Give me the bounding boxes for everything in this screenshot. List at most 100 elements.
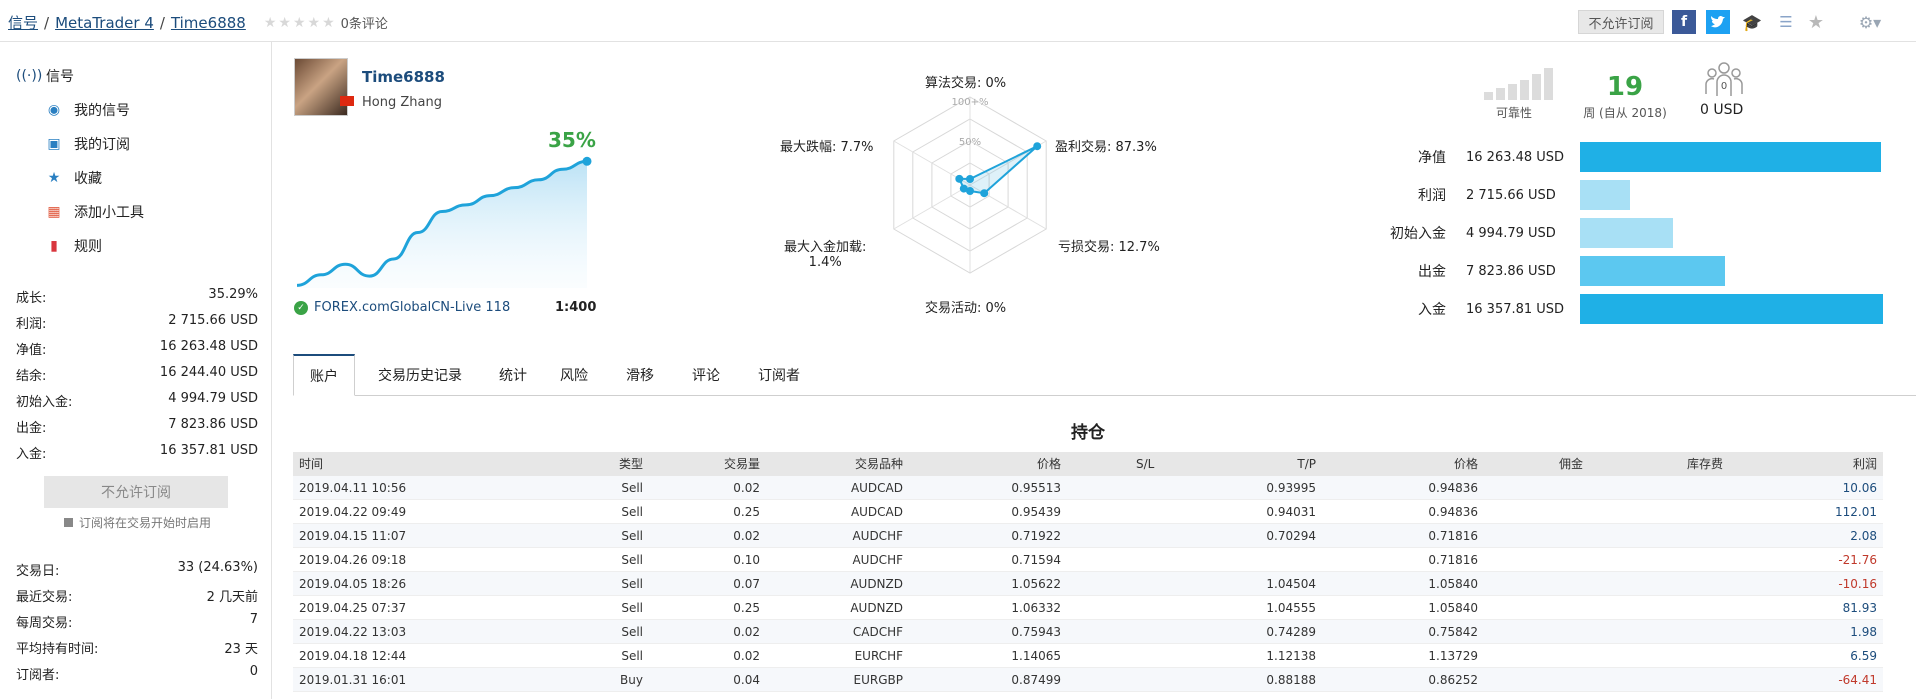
balance-label: 净值 xyxy=(1418,150,1446,166)
cell-symbol: AUDCHF xyxy=(852,553,903,567)
table-row[interactable]: 2019.04.18 12:44 Sell 0.02 EURCHF 1.14065 1.1… xyxy=(293,644,1883,668)
sidebar-item-signals[interactable]: ((·)) 信号 xyxy=(16,66,74,86)
column-header-type[interactable]: 类型 xyxy=(619,452,643,476)
stat-label: 订阅者: xyxy=(16,668,60,683)
signal-name[interactable]: Time6888 xyxy=(362,68,445,86)
column-header-volume[interactable]: 交易量 xyxy=(724,452,760,476)
balance-value: 2 715.66 USD xyxy=(1466,187,1556,203)
settings-gear-icon[interactable]: ⚙▾ xyxy=(1852,10,1888,34)
tab-statistics[interactable]: 统计 xyxy=(483,354,543,396)
subscribe-disabled-button[interactable]: 不允许订阅 xyxy=(1578,10,1664,34)
radar-point[interactable] xyxy=(1033,142,1042,151)
table-row[interactable]: 2019.01.31 16:01 Buy 0.04 EURGBP 0.87499 0.88… xyxy=(293,668,1883,692)
mql5-icon[interactable]: 🎓 xyxy=(1740,10,1764,34)
table-row[interactable]: 2019.04.26 09:18 Sell 0.10 AUDCHF 0.71594 0.7… xyxy=(293,548,1883,572)
radar-point[interactable] xyxy=(959,184,968,193)
subscribers-icon: 0 xyxy=(1705,62,1743,96)
stat-label: 初始入金: xyxy=(16,395,73,410)
stat-latest-trade: 最近交易: 2 几天前 xyxy=(16,586,258,605)
column-header-swap[interactable]: 库存费 xyxy=(1687,452,1723,476)
column-header-current-price[interactable]: 价格 xyxy=(1454,452,1478,476)
cell-symbol: AUDNZD xyxy=(850,577,903,591)
column-header-commission[interactable]: 佣金 xyxy=(1559,452,1583,476)
tab-reviews[interactable]: 评论 xyxy=(681,354,731,396)
star-icon[interactable]: ★ xyxy=(308,15,321,31)
cell-profit: 81.93 xyxy=(1842,601,1877,615)
stat-profit: 利润: 2 715.66 USD xyxy=(16,313,258,332)
positions-title: 持仓 xyxy=(1071,423,1105,443)
cell-time: 2019.04.22 09:49 xyxy=(299,505,407,519)
broker-server[interactable]: ✓ FOREX.comGlobalCN-Live 118 xyxy=(294,300,510,315)
tab-risks[interactable]: 风险 xyxy=(549,354,599,396)
column-header-sl[interactable]: S/L xyxy=(1136,452,1154,476)
radar-point[interactable] xyxy=(955,174,964,183)
positions-table: 时间 类型 交易量 交易品种 价格 S/L T/P 价格 佣金 库存费 利润 2019.04.11 … xyxy=(293,452,1883,692)
column-header-symbol[interactable]: 交易品种 xyxy=(855,452,903,476)
stat-trading-days: 交易日: 33 (24.63%) xyxy=(16,560,258,579)
balance-row: 出金 7 823.86 USD xyxy=(1380,256,1725,286)
sidebar-item-rules[interactable]: ▮ 规则 xyxy=(44,236,102,256)
table-row[interactable]: 2019.04.15 11:07 Sell 0.02 AUDCHF 0.71922 0.7… xyxy=(293,524,1883,548)
database-icon[interactable]: ☰ xyxy=(1774,10,1798,34)
table-row[interactable]: 2019.04.22 09:49 Sell 0.25 AUDCAD 0.95439 0.9… xyxy=(293,500,1883,524)
column-header-profit[interactable]: 利润 xyxy=(1853,452,1877,476)
breadcrumb-signal[interactable]: Time6888 xyxy=(171,14,246,32)
sidebar-item-my-signals[interactable]: ◉ 我的信号 xyxy=(44,100,130,120)
star-icon[interactable]: ★ xyxy=(293,15,306,31)
rating-stars[interactable]: ★ ★ ★ ★ ★ xyxy=(264,15,335,31)
table-row[interactable]: 2019.04.05 18:26 Sell 0.07 AUDNZD 1.05622 1.0… xyxy=(293,572,1883,596)
cell-volume: 0.25 xyxy=(733,601,760,615)
tab-account[interactable]: 账户 xyxy=(293,354,355,396)
column-header-time[interactable]: 时间 xyxy=(299,452,323,476)
tab-slippage[interactable]: 滑移 xyxy=(615,354,665,396)
cell-price: 0.95439 xyxy=(1011,505,1061,519)
reviews-count[interactable]: 0条评论 xyxy=(341,13,388,32)
stat-value: 16 244.40 USD xyxy=(159,365,258,380)
tab-bar: 账户 交易历史记录 统计 风险 滑移 评论 订阅者 xyxy=(293,354,1916,396)
sidebar-item-favorites[interactable]: ★ 收藏 xyxy=(44,168,102,188)
avatar[interactable] xyxy=(294,58,348,116)
stat-value: 7 xyxy=(249,612,258,627)
tab-subscribers[interactable]: 订阅者 xyxy=(747,354,811,396)
favorite-star-icon[interactable]: ★ xyxy=(1804,10,1828,34)
stat-value: 2 几天前 xyxy=(206,590,258,605)
star-icon[interactable]: ★ xyxy=(278,15,291,31)
radar-point[interactable] xyxy=(980,189,989,198)
facebook-icon[interactable]: f xyxy=(1672,10,1696,34)
table-row[interactable]: 2019.04.22 13:03 Sell 0.02 CADCHF 0.75943 0.7… xyxy=(293,620,1883,644)
cell-current-price: 0.94836 xyxy=(1428,481,1478,495)
radar-label-loss-trades: 亏损交易: 12.7% xyxy=(1058,240,1160,255)
widget-icon: ▦ xyxy=(47,204,61,220)
stat-label: 交易日: xyxy=(16,564,60,579)
column-header-price[interactable]: 价格 xyxy=(1037,452,1061,476)
sidebar-item-label: 添加小工具 xyxy=(74,205,144,221)
cell-volume: 0.02 xyxy=(733,625,760,639)
stat-label: 入金: xyxy=(16,447,47,462)
cell-profit: 112.01 xyxy=(1835,505,1877,519)
cell-volume: 0.25 xyxy=(733,505,760,519)
cell-time: 2019.04.25 07:37 xyxy=(299,601,407,615)
radar-chart: 100+% 50% xyxy=(893,96,1047,274)
cell-price: 0.71594 xyxy=(1011,553,1061,567)
cell-type: Sell xyxy=(621,649,643,663)
radar-point[interactable] xyxy=(966,175,974,183)
stat-growth: 成长: 35.29% xyxy=(16,287,258,306)
table-row[interactable]: 2019.04.25 07:37 Sell 0.25 AUDNZD 1.06332 1.0… xyxy=(293,596,1883,620)
table-row[interactable]: 2019.04.11 10:56 Sell 0.02 AUDCAD 0.95513 0.9… xyxy=(293,476,1883,500)
radar-label-activity: 交易活动: 0% xyxy=(925,301,1007,316)
sidebar-item-my-subscriptions[interactable]: ▣ 我的订阅 xyxy=(44,134,130,154)
breadcrumb-platform[interactable]: MetaTrader 4 xyxy=(55,14,154,32)
stat-value: 33 (24.63%) xyxy=(177,560,258,575)
cell-type: Sell xyxy=(621,481,643,495)
star-icon[interactable]: ★ xyxy=(322,15,335,31)
broker-name[interactable]: FOREX.comGlobalCN-Live 118 xyxy=(314,300,510,315)
stat-subscribers: 订阅者: 0 xyxy=(16,664,258,683)
sidebar-item-add-widget[interactable]: ▦ 添加小工具 xyxy=(44,202,144,222)
column-header-tp[interactable]: T/P xyxy=(1297,452,1316,476)
subscribe-disabled-button[interactable]: 不允许订阅 xyxy=(44,476,228,508)
breadcrumb-signals[interactable]: 信号 xyxy=(8,12,38,33)
tab-trade-history[interactable]: 交易历史记录 xyxy=(365,354,475,396)
balance-bar xyxy=(1580,294,1883,324)
twitter-icon[interactable] xyxy=(1706,10,1730,34)
star-icon[interactable]: ★ xyxy=(264,15,277,31)
